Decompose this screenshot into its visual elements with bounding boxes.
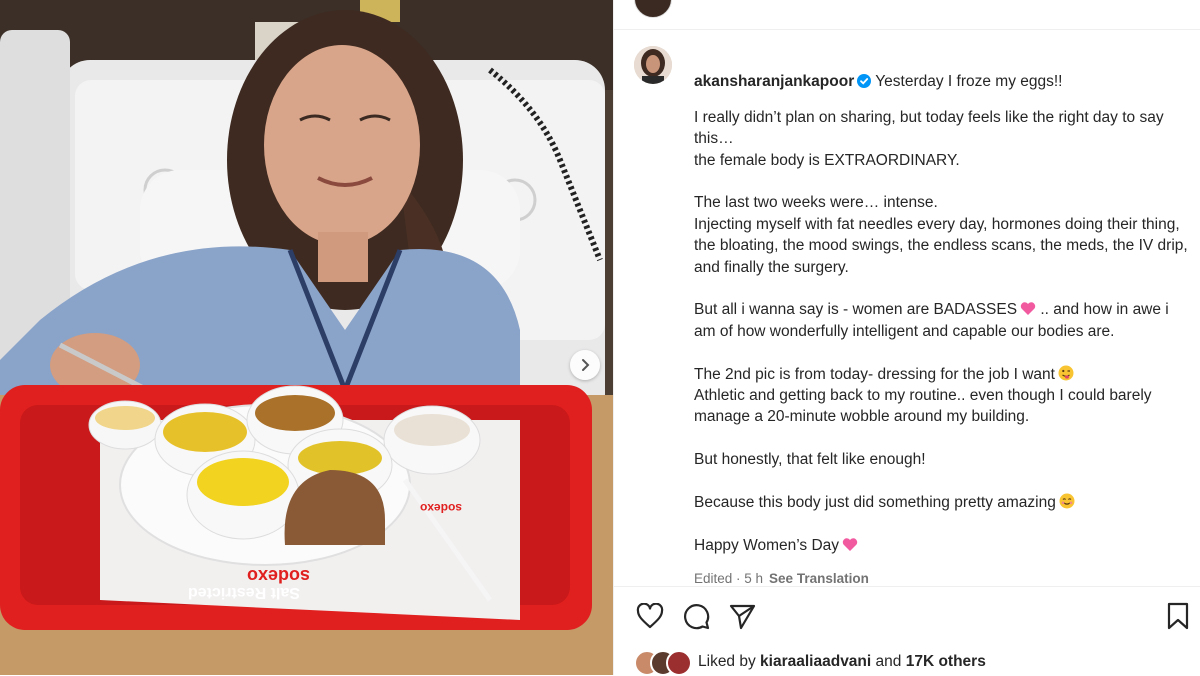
hospital-meal-photo: sodexo Salt Restricted sodexo [0, 0, 613, 675]
likes-summary: Liked by kiaraaliaadvani and 17K others [634, 648, 1194, 676]
likes-text: Liked by kiaraaliaadvani and 17K others [698, 653, 986, 671]
heart-icon [636, 603, 664, 629]
pink-heart-icon [1020, 302, 1036, 316]
header-avatar[interactable] [634, 0, 672, 18]
share-button[interactable] [726, 600, 758, 632]
bookmark-icon [1167, 602, 1189, 630]
caption-paragraph-5: But honestly, that felt like enough! [694, 451, 926, 469]
post-meta: Edited · 5 h See Translation [694, 571, 869, 586]
like-button[interactable] [634, 600, 666, 632]
winking-tongue-face-icon [1058, 365, 1074, 381]
tray-brand-text: sodexo [247, 566, 310, 586]
caption-paragraph-6: Because this body just did something pre… [694, 492, 1194, 513]
likes-middle: and [871, 653, 906, 670]
caption-paragraph-3-text: But all i wanna say is - women are BADAS… [694, 301, 1018, 319]
avatar-photo [634, 46, 672, 84]
verified-badge-icon [857, 74, 872, 89]
caption-paragraph-2: The last two weeks were… intense. Inject… [694, 194, 1188, 276]
caption-paragraph-3: But all i wanna say is - women are BADAS… [694, 299, 1194, 342]
post-panel: akansharanjankapoor Yesterday I froze my … [613, 0, 1200, 676]
caption-paragraph-7-text: Happy Women’s Day [694, 536, 840, 554]
post-photo: sodexo Salt Restricted sodexo [0, 0, 613, 675]
save-button[interactable] [1162, 600, 1194, 632]
comment-button[interactable] [680, 600, 712, 632]
likes-prefix: Liked by [698, 653, 761, 670]
avatar[interactable] [634, 46, 672, 84]
send-icon [729, 604, 756, 630]
caption-body: akansharanjankapoor Yesterday I froze my … [694, 50, 1194, 556]
caption-first-line: akansharanjankapoor Yesterday I froze my … [694, 50, 1194, 93]
post-actions [634, 600, 1194, 634]
username-link[interactable]: akansharanjankapoor [694, 73, 854, 90]
pink-heart-icon [842, 538, 858, 551]
avatar [666, 650, 692, 676]
carousel-next-button[interactable] [570, 350, 600, 380]
caption-paragraph-6-text: Because this body just did something pre… [694, 494, 1056, 512]
caption-paragraph-4: The 2nd pic is from today- dressing for … [694, 364, 1194, 428]
chevron-right-icon [582, 359, 590, 371]
smiling-face-icon [1059, 493, 1075, 509]
comment-icon [684, 604, 710, 630]
caption-paragraph-4-text: The 2nd pic is from today- dressing for … [694, 365, 1055, 383]
tray-label-text: Salt Restricted [188, 584, 300, 601]
caption-paragraph-7: Happy Women’s Day [694, 535, 1194, 556]
post-header-strip [614, 0, 1200, 30]
caption-paragraph-1: I really didn’t plan on sharing, but tod… [694, 108, 1164, 169]
see-translation-link[interactable]: See Translation [769, 571, 869, 586]
actions-divider [614, 586, 1200, 587]
tray-logo-small-text: sodexo [420, 501, 462, 515]
edited-timestamp: Edited · 5 h [694, 571, 764, 586]
caption-paragraph-4-cont: Athletic and getting back to my routine.… [694, 387, 1152, 426]
liker-avatars[interactable] [634, 650, 694, 676]
likes-count-link[interactable]: 17K others [906, 653, 986, 670]
caption-headline: Yesterday I froze my eggs!! [875, 73, 1063, 91]
liked-by-user-link[interactable]: kiaraaliaadvani [760, 653, 871, 670]
